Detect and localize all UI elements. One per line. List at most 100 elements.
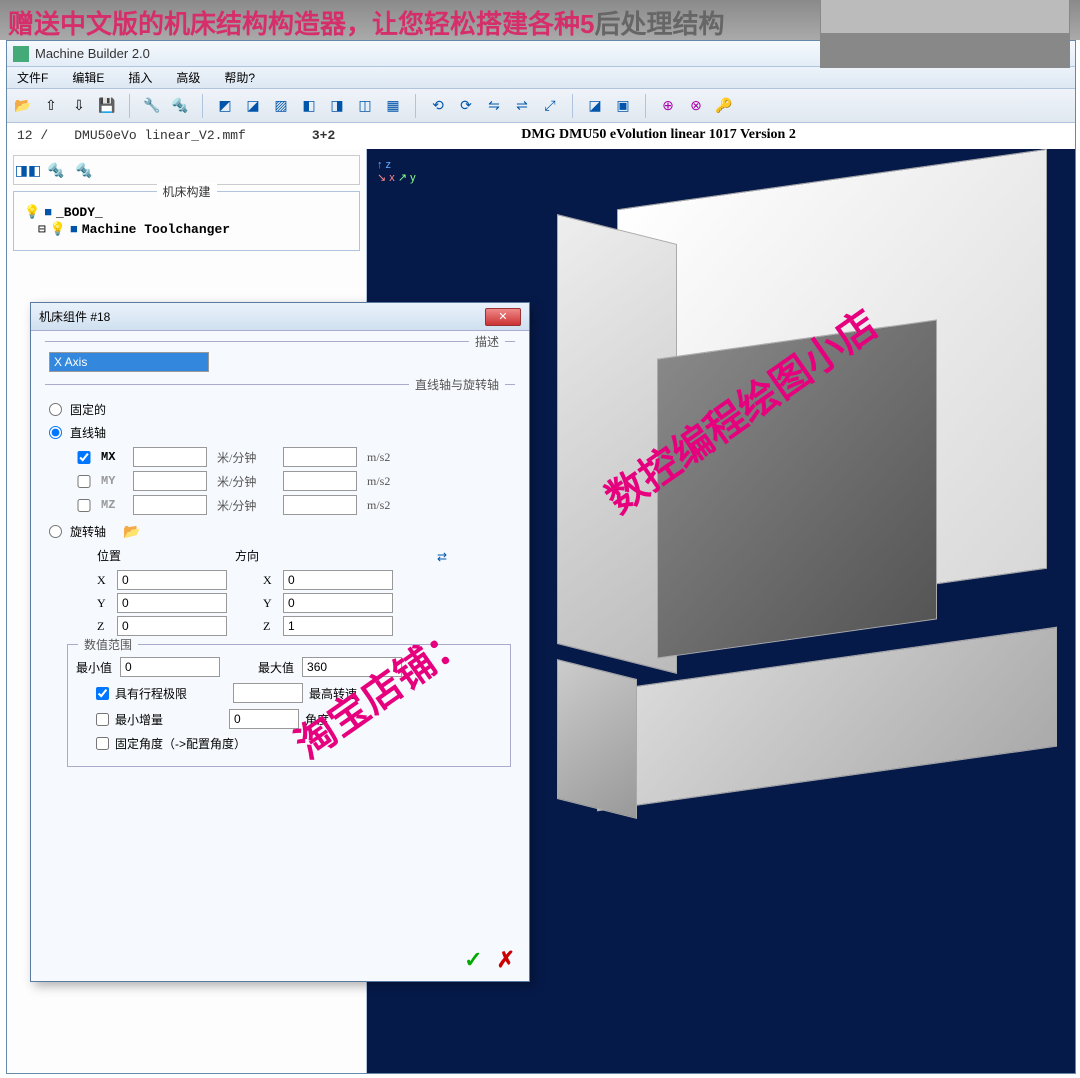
dialog-title: 机床组件 #18 — [39, 308, 110, 325]
side-tool-2[interactable]: 🔩 — [46, 160, 66, 180]
range-row: 最小值 最大值 — [76, 657, 502, 677]
rotate-icon-1[interactable]: ⟲ — [428, 96, 448, 116]
range-legend: 数值范围 — [78, 636, 138, 653]
label-x: X — [97, 573, 111, 588]
tool-icon-1[interactable]: 🔧 — [142, 96, 162, 116]
dir-x-input[interactable] — [283, 570, 393, 590]
my-accel-input[interactable] — [283, 471, 357, 491]
radio-fixed-row[interactable]: 固定的 — [49, 401, 511, 418]
unit-speed: 米/分钟 — [217, 449, 273, 466]
banner-text-gray: 后处理结构 — [594, 9, 724, 39]
desc-legend: 描述 — [469, 333, 505, 350]
cube-icon-5[interactable]: ◨ — [327, 96, 347, 116]
expand-icon[interactable]: ⊟ — [38, 222, 46, 237]
checkbox-mz[interactable] — [77, 499, 91, 512]
radio-rotary-row[interactable]: 旋转轴 📂 — [49, 521, 511, 541]
tool-icon-2[interactable]: 🔩 — [170, 96, 190, 116]
menu-edit[interactable]: 编辑E — [66, 67, 110, 88]
row-mx: MX 米/分钟 m/s2 — [77, 447, 511, 467]
pos-z-input[interactable] — [117, 616, 227, 636]
label-my: MY — [101, 474, 123, 488]
menu-file[interactable]: 文件F — [11, 67, 54, 88]
desc-input[interactable] — [49, 352, 209, 372]
dir-y-input[interactable] — [283, 593, 393, 613]
machine-model — [497, 179, 1075, 859]
ok-button[interactable]: ✓ — [464, 947, 482, 973]
open-icon[interactable]: 📂 — [13, 96, 33, 116]
radio-linear-row[interactable]: 直线轴 — [49, 424, 511, 441]
maxrpm-input[interactable] — [233, 683, 303, 703]
my-speed-input[interactable] — [133, 471, 207, 491]
cube-icon-6[interactable]: ◫ — [355, 96, 375, 116]
banner-thumbnail — [820, 0, 1070, 68]
label-max: 最大值 — [258, 659, 294, 676]
checkbox-fixedangle[interactable] — [96, 737, 109, 750]
cube-icon-2[interactable]: ◪ — [243, 96, 263, 116]
pos-x-input[interactable] — [117, 570, 227, 590]
checkbox-mx[interactable] — [77, 451, 91, 464]
save-icon[interactable]: 💾 — [97, 96, 117, 116]
down-icon[interactable]: ⇩ — [69, 96, 89, 116]
target-icon-2[interactable]: ⊗ — [686, 96, 706, 116]
mx-accel-input[interactable] — [283, 447, 357, 467]
checkbox-mininc[interactable] — [96, 713, 109, 726]
min-input[interactable] — [120, 657, 220, 677]
checkbox-travel[interactable] — [96, 687, 109, 700]
cube-icon-7[interactable]: ▦ — [383, 96, 403, 116]
promo-banner: 赠送中文版的机床结构构造器，让您轻松搭建各种5后处理结构 — [0, 0, 1080, 40]
swap-icon[interactable]: ⇄ — [373, 547, 511, 567]
fieldset-legend: 机床构建 — [156, 183, 216, 200]
up-icon[interactable]: ⇧ — [41, 96, 61, 116]
axis-legend: 直线轴与旋转轴 — [409, 376, 505, 393]
bulb-icon: 💡 — [50, 222, 66, 237]
radio-fixed[interactable] — [49, 403, 62, 416]
radio-rotary[interactable] — [49, 525, 62, 538]
wire-icon[interactable]: ▣ — [613, 96, 633, 116]
tree-toolchanger-label: Machine Toolchanger — [82, 222, 230, 237]
cube-icon-3[interactable]: ▨ — [271, 96, 291, 116]
label-rotary: 旋转轴 — [70, 523, 106, 540]
label-mz: MZ — [101, 498, 123, 512]
cube-icon-1[interactable]: ◩ — [215, 96, 235, 116]
fixedangle-row: 固定角度（->配置角度） — [96, 735, 502, 752]
label-travel: 具有行程极限 — [115, 685, 187, 702]
pos-y-input[interactable] — [117, 593, 227, 613]
close-button[interactable]: ✕ — [485, 308, 521, 326]
component-tree[interactable]: 💡 ■ _BODY_ ⊟ 💡 ■ Machine Toolchanger — [20, 200, 353, 242]
angle-input[interactable] — [229, 709, 299, 729]
shade-icon[interactable]: ◪ — [585, 96, 605, 116]
mz-speed-input[interactable] — [133, 495, 207, 515]
flip-icon-1[interactable]: ⇋ — [484, 96, 504, 116]
checkbox-my[interactable] — [77, 475, 91, 488]
tree-body-node[interactable]: 💡 ■ _BODY_ — [24, 204, 349, 221]
menu-help[interactable]: 帮助? — [218, 67, 261, 88]
flip-icon-2[interactable]: ⇌ — [512, 96, 532, 116]
menu-advanced[interactable]: 高级 — [170, 67, 206, 88]
dialog-titlebar[interactable]: 机床组件 #18 ✕ — [31, 303, 529, 331]
header-direction: 方向 — [235, 547, 373, 567]
desc-section: 描述 — [45, 341, 515, 376]
cube-icon-4[interactable]: ◧ — [299, 96, 319, 116]
target-icon-1[interactable]: ⊕ — [658, 96, 678, 116]
radio-linear[interactable] — [49, 426, 62, 439]
side-tool-3[interactable]: 🔩 — [74, 160, 94, 180]
rotate-icon-2[interactable]: ⟳ — [456, 96, 476, 116]
menu-insert[interactable]: 插入 — [122, 67, 158, 88]
max-input[interactable] — [302, 657, 402, 677]
row-x: X X — [97, 570, 511, 590]
travel-row: 具有行程极限 最高转速 — [96, 683, 502, 703]
key-icon[interactable]: 🔑 — [714, 96, 734, 116]
label-y2: Y — [263, 596, 277, 611]
row-y: Y Y — [97, 593, 511, 613]
box-icon: ■ — [70, 222, 78, 237]
bulb-icon: 💡 — [24, 205, 40, 220]
unit-speed: 米/分钟 — [217, 497, 273, 514]
tree-toolchanger-node[interactable]: ⊟ 💡 ■ Machine Toolchanger — [38, 221, 349, 238]
dir-z-input[interactable] — [283, 616, 393, 636]
mx-speed-input[interactable] — [133, 447, 207, 467]
side-tool-1[interactable]: ◨◧ — [18, 160, 38, 180]
mz-accel-input[interactable] — [283, 495, 357, 515]
resize-icon[interactable]: ⤢ — [540, 96, 560, 116]
browse-icon[interactable]: 📂 — [122, 521, 142, 541]
cancel-button[interactable]: ✗ — [497, 947, 515, 973]
